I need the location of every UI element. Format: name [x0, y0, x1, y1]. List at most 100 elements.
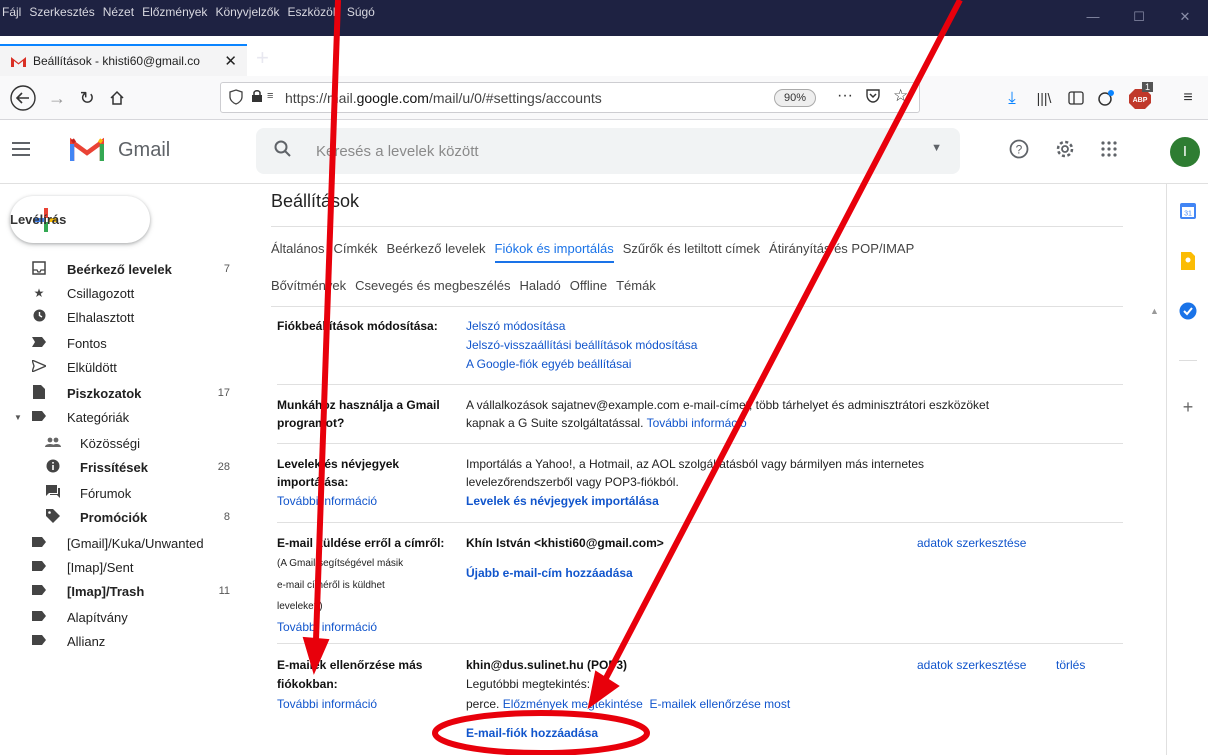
sidebar-item-categories[interactable]: ▼ Kategóriák: [0, 405, 245, 429]
forward-arrow-icon[interactable]: →: [44, 76, 70, 120]
tab-inbox[interactable]: Beérkező levelek: [387, 241, 486, 261]
help-icon[interactable]: ?: [1004, 134, 1034, 164]
send-as-more-link[interactable]: További információ: [277, 619, 377, 636]
tab-advanced[interactable]: Haladó: [520, 278, 561, 298]
sidebar-item-label: [Imap]/Trash: [67, 583, 145, 599]
minimize-icon[interactable]: —: [1070, 0, 1116, 36]
sidebar-item-gmail-kuka-unwanted[interactable]: [Gmail]/Kuka/Unwanted: [0, 531, 245, 555]
sidebar-item-snoozed[interactable]: Elhalasztott: [0, 305, 245, 329]
sidebar-item-drafts[interactable]: Piszkozatok 17: [0, 381, 245, 405]
back-button[interactable]: [8, 76, 38, 120]
sidebar-item-social[interactable]: Közösségi: [0, 431, 245, 455]
sidebar-item-label: Közösségi: [80, 435, 140, 451]
sidebar-item-allianz[interactable]: Allianz: [0, 629, 245, 653]
sidebar-item-inbox[interactable]: Beérkező levelek 7: [0, 257, 245, 281]
settings-tabs-row2: Bővítmények Csevegés és megbeszélés Hala…: [271, 278, 656, 298]
lock-icon[interactable]: [251, 89, 263, 106]
adblock-icon[interactable]: ABP 1: [1126, 76, 1154, 120]
delete-account-link[interactable]: törlés: [1056, 657, 1085, 674]
password-recovery-link[interactable]: Jelszó-visszaállítási beállítások módosí…: [466, 337, 697, 354]
send-as-label: E-mail küldése erről a címről:: [277, 536, 445, 550]
compose-label: Levélírás: [10, 212, 67, 227]
sidebar-item-forums[interactable]: Fórumok: [0, 481, 245, 505]
menu-history[interactable]: Előzmények: [142, 5, 207, 19]
menu-tools[interactable]: Eszközök: [287, 5, 338, 19]
tab-forwarding[interactable]: Átirányítás és POP/IMAP: [769, 241, 914, 261]
reload-icon[interactable]: ↻: [74, 76, 100, 120]
shield-icon[interactable]: [229, 89, 243, 108]
pocket-icon[interactable]: [865, 88, 881, 107]
tab-chat[interactable]: Csevegés és megbeszélés: [355, 278, 510, 298]
calendar-icon[interactable]: 31: [1177, 200, 1199, 222]
tab-addons[interactable]: Bővítmények: [271, 278, 346, 298]
apps-grid-icon[interactable]: [1094, 134, 1124, 164]
tab-themes[interactable]: Témák: [616, 278, 656, 298]
zoom-badge[interactable]: 90%: [774, 89, 816, 107]
edit-info-link[interactable]: adatok szerkesztése: [917, 535, 1026, 552]
tab-offline[interactable]: Offline: [570, 278, 607, 298]
expand-caret-icon[interactable]: ▼: [14, 413, 22, 422]
gmail-header: Gmail ▼ ?: [0, 120, 1208, 184]
extension-icon[interactable]: [1094, 76, 1118, 120]
sidebar-item-promotions[interactable]: Promóciók 8: [0, 505, 245, 529]
search-input[interactable]: [316, 138, 876, 164]
main-menu-icon[interactable]: [12, 142, 30, 156]
import-more-link[interactable]: További információ: [277, 493, 377, 510]
star-icon: ★: [33, 286, 45, 300]
search-options-icon[interactable]: ▼: [931, 142, 942, 154]
tab-accounts-import[interactable]: Fiókok és importálás: [495, 241, 614, 261]
import-mail-contacts-link[interactable]: Levelek és névjegyek importálása: [466, 493, 659, 510]
tab-general[interactable]: Általános: [271, 241, 324, 261]
sidebar-item-important[interactable]: Fontos: [0, 331, 245, 355]
settings-gear-icon[interactable]: [1050, 134, 1080, 164]
home-icon[interactable]: [104, 76, 130, 120]
gmail-logo-icon[interactable]: [69, 136, 105, 162]
keep-icon[interactable]: [1177, 250, 1199, 272]
tab-filters[interactable]: Szűrők és letiltott címek: [623, 241, 760, 261]
permissions-icon[interactable]: ≡: [267, 90, 273, 102]
add-mail-account-link[interactable]: E-mail-fiók hozzáadása: [466, 725, 598, 742]
add-email-address-link[interactable]: Újabb e-mail-cím hozzáadása: [466, 565, 633, 582]
view-history-link[interactable]: Előzmények megtekintése: [503, 697, 643, 711]
sidebar-item-imap-sent[interactable]: [Imap]/Sent: [0, 555, 245, 579]
menu-edit[interactable]: Szerkesztés: [29, 5, 94, 19]
scrollbar[interactable]: ▲: [1148, 306, 1162, 755]
sidebar-item-imap-trash[interactable]: [Imap]/Trash 11: [0, 579, 245, 603]
address-bar[interactable]: ≡ https://mail.google.com/mail/u/0/#sett…: [220, 82, 920, 113]
search-icon[interactable]: [274, 140, 292, 163]
download-icon[interactable]: ⤓: [1000, 76, 1024, 120]
sidebar-toggle-icon[interactable]: [1064, 76, 1088, 120]
tasks-icon[interactable]: [1177, 300, 1199, 322]
avatar[interactable]: I: [1170, 137, 1200, 167]
back-arrow-icon: [10, 85, 36, 111]
google-account-link[interactable]: A Google-fiók egyéb beállításai: [466, 356, 631, 373]
add-addon-icon[interactable]: +: [1177, 396, 1199, 418]
close-tab-icon[interactable]: ✕: [224, 52, 237, 70]
browser-tab[interactable]: Beállítások - khisti60@gmail.co ✕: [0, 44, 247, 76]
compose-button[interactable]: Levélírás: [10, 196, 150, 243]
check-mail-now-link[interactable]: E-mailek ellenőrzése most: [649, 697, 790, 711]
edit-info-link-pop3[interactable]: adatok szerkesztése: [917, 657, 1026, 674]
sidebar-item-alapitvany[interactable]: Alapítvány: [0, 605, 245, 629]
sidebar-item-sent[interactable]: Elküldött: [0, 355, 245, 379]
sidebar-item-starred[interactable]: ★ Csillagozott: [0, 281, 245, 305]
last-checked-line1: Legutóbbi megtekintés: 54: [466, 677, 607, 691]
menu-bookmarks[interactable]: Könyvjelzők: [215, 5, 279, 19]
sidebar-item-updates[interactable]: Frissítések 28: [0, 455, 245, 479]
bookmark-star-icon[interactable]: ☆: [893, 86, 908, 106]
app-menu-icon[interactable]: ≡: [1176, 76, 1200, 120]
menu-help[interactable]: Súgó: [347, 5, 375, 19]
change-password-link[interactable]: Jelszó módosítása: [466, 318, 565, 335]
maximize-icon[interactable]: ☐: [1116, 0, 1162, 36]
menu-view[interactable]: Nézet: [103, 5, 134, 19]
menu-file[interactable]: Fájl: [2, 5, 21, 19]
close-window-icon[interactable]: ✕: [1162, 0, 1208, 36]
scroll-up-icon[interactable]: ▲: [1150, 306, 1159, 316]
import-label-line2: importálása:: [277, 475, 349, 489]
tab-labels[interactable]: Címkék: [333, 241, 377, 261]
new-tab-button[interactable]: +: [256, 44, 269, 72]
gsuite-more-link[interactable]: További információ: [647, 416, 747, 430]
check-mail-more-link[interactable]: További információ: [277, 696, 377, 713]
library-icon[interactable]: |||\: [1032, 76, 1056, 120]
page-actions-icon[interactable]: ···: [837, 87, 853, 105]
